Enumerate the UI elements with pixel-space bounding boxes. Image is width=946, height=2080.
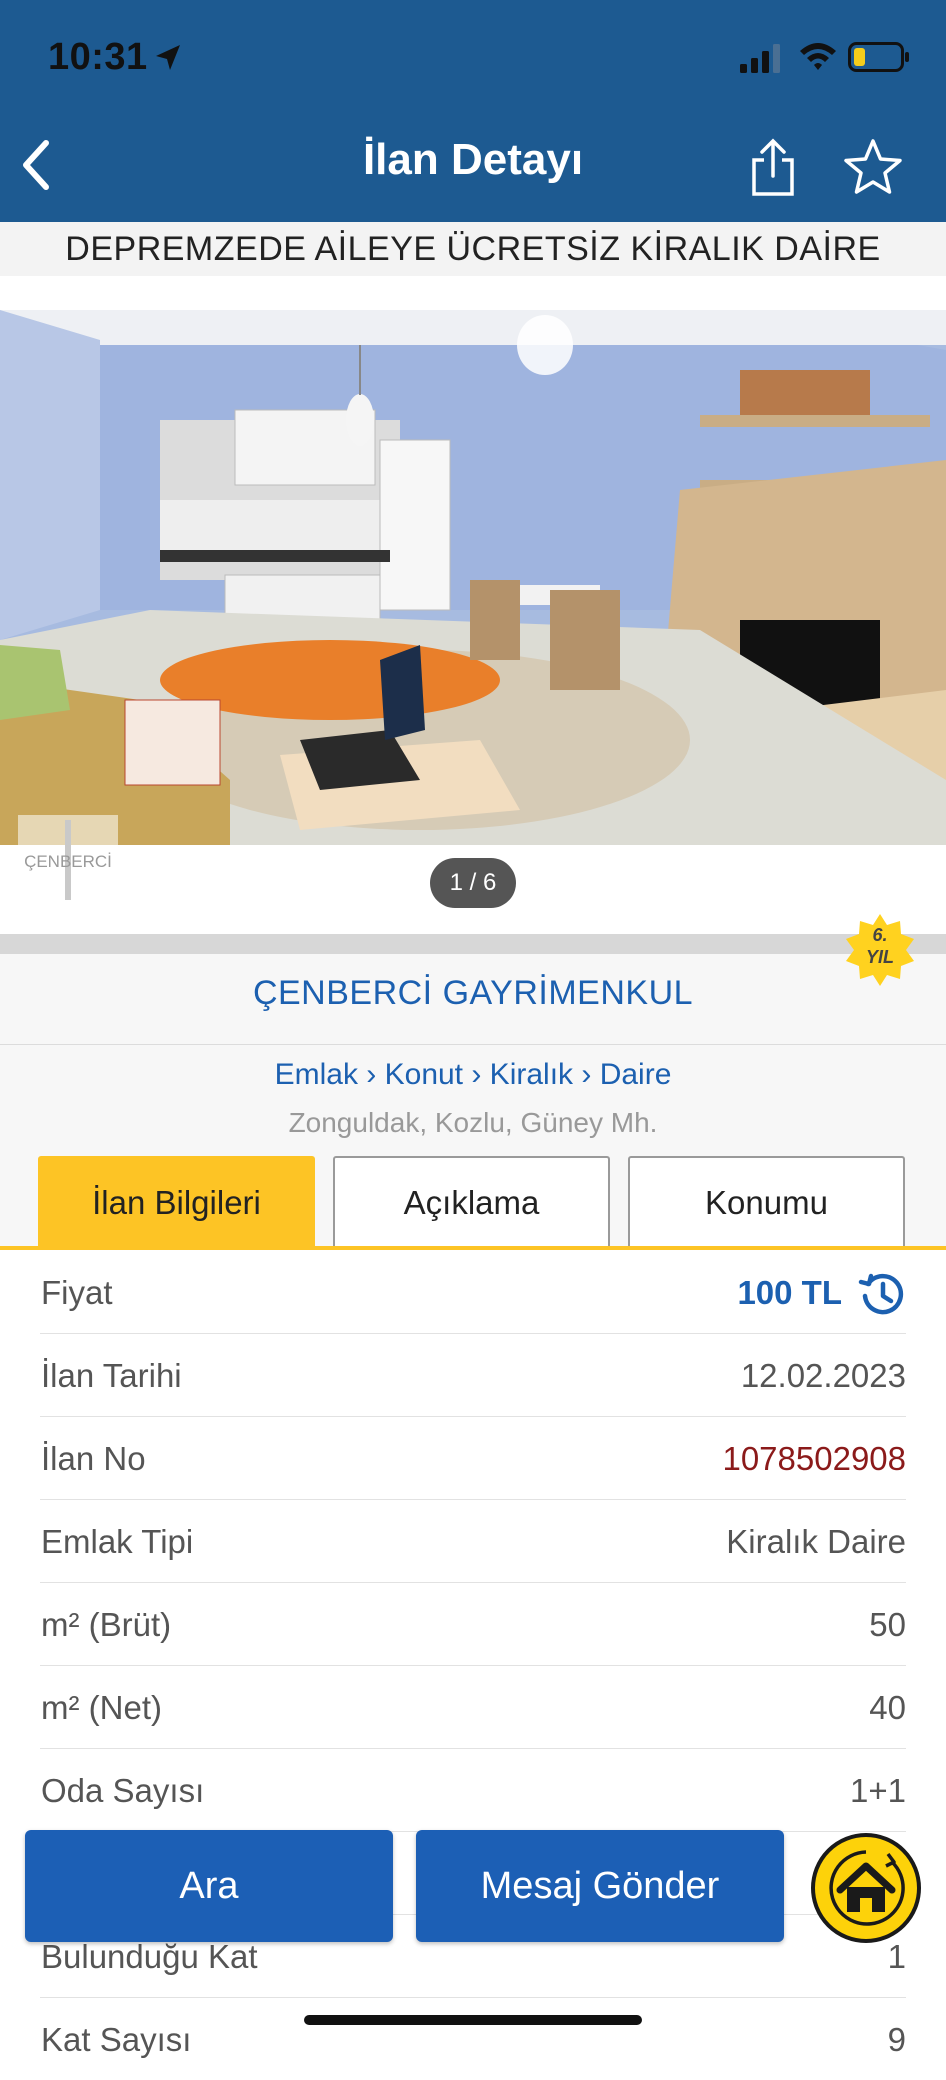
detail-label: Oda Sayısı [41,1772,205,1809]
location-text: Zonguldak, Kozlu, Güney Mh. [288,1107,658,1138]
detail-row-floor-count: Kat Sayısı 9 [40,1997,906,2080]
detail-row-rooms: Oda Sayısı 1+1 [40,1748,906,1832]
detail-value: Kiralık Daire [726,1523,906,1560]
detail-value: 12.02.2023 [740,1357,906,1394]
home-indicator [304,2015,642,2025]
wifi-icon [800,43,836,70]
photo-counter: 1 / 6 [430,858,516,908]
store-name-link[interactable]: ÇENBERCİ GAYRİMENKUL [0,974,946,1013]
detail-value: 50 [869,1606,906,1643]
location-arrow-icon [156,45,180,70]
detail-row-gross-area: m² (Brüt) 50 [40,1582,906,1666]
badge-line-1: 6. [872,925,888,945]
detail-value: 40 [869,1689,906,1726]
top-bar [0,0,946,222]
tab-konumu[interactable]: Konumu [628,1156,905,1246]
listing-no-value: 1078502908 [722,1440,906,1477]
detail-label: m² (Net) [41,1689,162,1726]
detail-label: Bulunduğu Kat [41,1938,258,1975]
detail-row-date: İlan Tarihi 12.02.2023 [40,1333,906,1417]
breadcrumb[interactable]: Emlak › Konut › Kiralık › Daire [0,1058,946,1092]
agency-logo: ÇENBERCİ [18,815,118,910]
detail-label: Emlak Tipi [41,1523,194,1560]
membership-year-text: 6. YIL [842,924,918,968]
detail-label: m² (Brüt) [41,1606,172,1643]
listing-title: DEPREMZEDE AİLEYE ÜCRETSİZ KİRALIK DAİRE [0,222,946,276]
detail-label: İlan No [41,1440,146,1477]
detail-row-net-area: m² (Net) 40 [40,1665,906,1749]
status-time: 10:31 [48,36,148,78]
price-value: 100 TL [737,1274,842,1311]
price-history-icon[interactable] [858,1270,906,1318]
detail-value: 9 [887,2021,906,2058]
section-divider [0,934,946,954]
share-icon[interactable] [748,138,798,198]
send-message-button[interactable]: Mesaj Gönder [416,1830,784,1942]
detail-label: Fiyat [41,1274,113,1311]
detail-row-type: Emlak Tipi Kiralık Daire [40,1499,906,1583]
call-button[interactable]: Ara [25,1830,393,1942]
svg-text:ÇENBERCİ: ÇENBERCİ [24,852,112,871]
tab-ilan-bilgileri[interactable]: İlan Bilgileri [38,1156,315,1246]
signal-icon [740,44,780,73]
home-icon[interactable] [810,1832,922,1944]
detail-row-listing-no: İlan No 1078502908 [40,1416,906,1500]
page-title: İlan Detayı [362,135,584,184]
tab-aciklama[interactable]: Açıklama [333,1156,610,1246]
badge-line-2: YIL [865,947,894,967]
detail-label: İlan Tarihi [41,1357,182,1394]
detail-value: 1+1 [850,1772,906,1809]
detail-row-price: Fiyat 100 TL [40,1250,906,1334]
favorite-star-icon[interactable] [842,138,904,196]
listing-photo[interactable] [0,310,946,845]
battery-icon [848,42,909,72]
detail-label: Kat Sayısı [41,2021,192,2058]
